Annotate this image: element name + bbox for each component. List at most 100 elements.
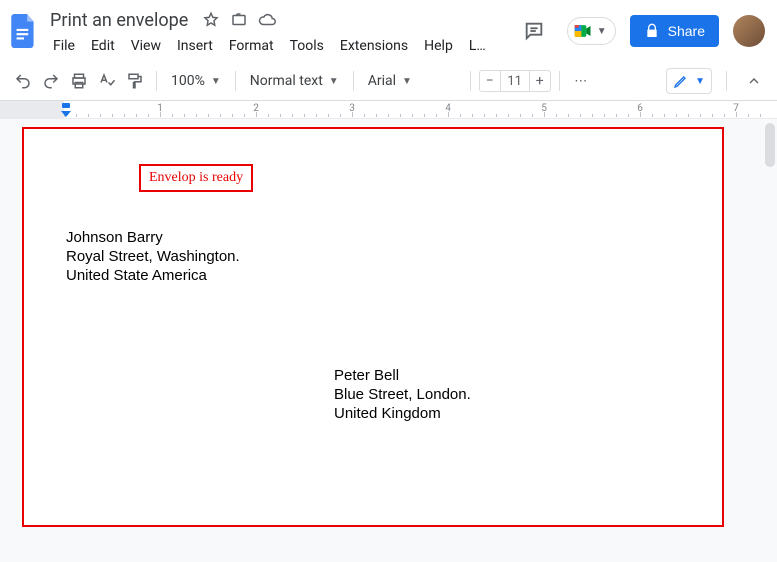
ruler-tick xyxy=(592,114,593,117)
chevron-down-icon: ▼ xyxy=(402,76,412,87)
pencil-icon xyxy=(673,73,689,89)
ruler-tick xyxy=(340,114,341,117)
left-indent-marker[interactable] xyxy=(61,111,71,117)
menu-format[interactable]: Format xyxy=(222,36,281,56)
document-title[interactable]: Print an envelope xyxy=(46,9,192,32)
ruler-tick xyxy=(376,114,377,117)
ruler-tick xyxy=(628,114,629,117)
docs-logo[interactable] xyxy=(6,8,42,54)
ruler-tick xyxy=(388,114,389,117)
font-size-increase-button[interactable]: + xyxy=(529,70,551,92)
ruler-tick xyxy=(580,114,581,117)
ruler-tick xyxy=(484,114,485,117)
comments-button[interactable] xyxy=(515,12,553,50)
annotation-text: Envelop is ready xyxy=(149,170,243,185)
envelope-page[interactable]: Envelop is ready Johnson Barry Royal Str… xyxy=(22,127,724,527)
ruler-tick xyxy=(724,114,725,117)
return-address-block[interactable]: Johnson Barry Royal Street, Washington. … xyxy=(66,229,240,285)
recipient-address-block[interactable]: Peter Bell Blue Street, London. United K… xyxy=(334,367,471,423)
ruler-tick xyxy=(304,114,305,117)
font-value: Arial xyxy=(368,73,396,89)
ruler-tick xyxy=(196,114,197,117)
menu-tools[interactable]: Tools xyxy=(283,36,331,56)
menu-file[interactable]: File xyxy=(46,36,82,56)
font-size-value[interactable]: 11 xyxy=(501,70,529,92)
ruler-tick xyxy=(400,114,401,117)
title-column: Print an envelope File Edit View Insert … xyxy=(46,8,515,58)
ruler-tick xyxy=(88,114,89,117)
meet-button[interactable]: ▼ xyxy=(567,17,616,45)
title-row: Print an envelope xyxy=(46,8,515,32)
ruler-tick xyxy=(124,114,125,117)
more-tools-button[interactable]: ⋯ xyxy=(568,68,594,94)
first-line-indent-marker[interactable] xyxy=(62,103,70,108)
ruler-tick xyxy=(640,112,641,117)
font-size-decrease-button[interactable]: − xyxy=(479,70,501,92)
ruler-tick xyxy=(652,114,653,117)
font-select[interactable]: Arial ▼ xyxy=(362,68,462,94)
ruler-tick xyxy=(292,114,293,117)
header-right: ▼ Share xyxy=(515,8,771,50)
editing-mode-button[interactable]: ▼ xyxy=(666,68,712,94)
ruler-left-shade xyxy=(0,101,22,118)
share-label: Share xyxy=(668,23,705,39)
zoom-select[interactable]: 100% ▼ xyxy=(165,68,227,94)
chevron-down-icon: ▼ xyxy=(329,76,339,87)
undo-button[interactable] xyxy=(10,68,36,94)
ruler-tick xyxy=(160,112,161,117)
ruler-tick xyxy=(316,114,317,117)
cloud-status-icon[interactable] xyxy=(258,11,276,29)
ruler-tick xyxy=(448,112,449,117)
ruler-tick xyxy=(220,114,221,117)
ruler-tick xyxy=(172,114,173,117)
ruler-tick xyxy=(280,114,281,117)
menu-edit[interactable]: Edit xyxy=(84,36,122,56)
ruler-tick xyxy=(676,114,677,117)
ruler-tick xyxy=(412,114,413,117)
ruler-tick xyxy=(256,112,257,117)
print-button[interactable] xyxy=(66,68,92,94)
move-icon[interactable] xyxy=(230,11,248,29)
ruler-tick xyxy=(184,114,185,117)
paint-format-button[interactable] xyxy=(122,68,148,94)
ruler-tick xyxy=(136,114,137,117)
spellcheck-button[interactable] xyxy=(94,68,120,94)
to-country: United Kingdom xyxy=(334,405,471,424)
paragraph-style-select[interactable]: Normal text ▼ xyxy=(244,68,345,94)
menu-help[interactable]: Help xyxy=(417,36,460,56)
menu-extensions[interactable]: Extensions xyxy=(333,36,415,56)
ready-annotation: Envelop is ready xyxy=(139,164,253,192)
ruler-tick xyxy=(472,114,473,117)
ruler-tick xyxy=(460,114,461,117)
ruler-tick xyxy=(436,114,437,117)
menu-insert[interactable]: Insert xyxy=(170,36,220,56)
font-size-stepper: − 11 + xyxy=(479,70,551,92)
ruler-tick xyxy=(328,114,329,117)
menu-last-edit[interactable]: L… xyxy=(462,36,493,56)
separator xyxy=(235,71,236,91)
scrollbar-thumb[interactable] xyxy=(765,123,775,167)
account-avatar[interactable] xyxy=(733,15,765,47)
menu-view[interactable]: View xyxy=(124,36,168,56)
lock-icon xyxy=(644,23,660,39)
ruler-scale: 1234567 xyxy=(22,101,737,119)
paragraph-style-value: Normal text xyxy=(250,73,323,89)
from-street: Royal Street, Washington. xyxy=(66,248,240,267)
star-icon[interactable] xyxy=(202,11,220,29)
menu-bar: File Edit View Insert Format Tools Exten… xyxy=(46,34,515,58)
from-country: United State America xyxy=(66,267,240,286)
ruler-tick xyxy=(244,114,245,117)
hide-menus-button[interactable] xyxy=(741,68,767,94)
ruler-tick xyxy=(424,114,425,117)
vertical-scrollbar[interactable] xyxy=(765,123,775,558)
separator xyxy=(353,71,354,91)
horizontal-ruler[interactable]: 1234567 xyxy=(0,101,777,119)
share-button[interactable]: Share xyxy=(630,15,719,47)
separator xyxy=(559,71,560,91)
chevron-down-icon: ▼ xyxy=(211,76,221,87)
redo-button[interactable] xyxy=(38,68,64,94)
ruler-tick xyxy=(604,114,605,117)
to-name: Peter Bell xyxy=(334,367,471,386)
ruler-tick xyxy=(76,114,77,117)
ruler-tick xyxy=(508,114,509,117)
